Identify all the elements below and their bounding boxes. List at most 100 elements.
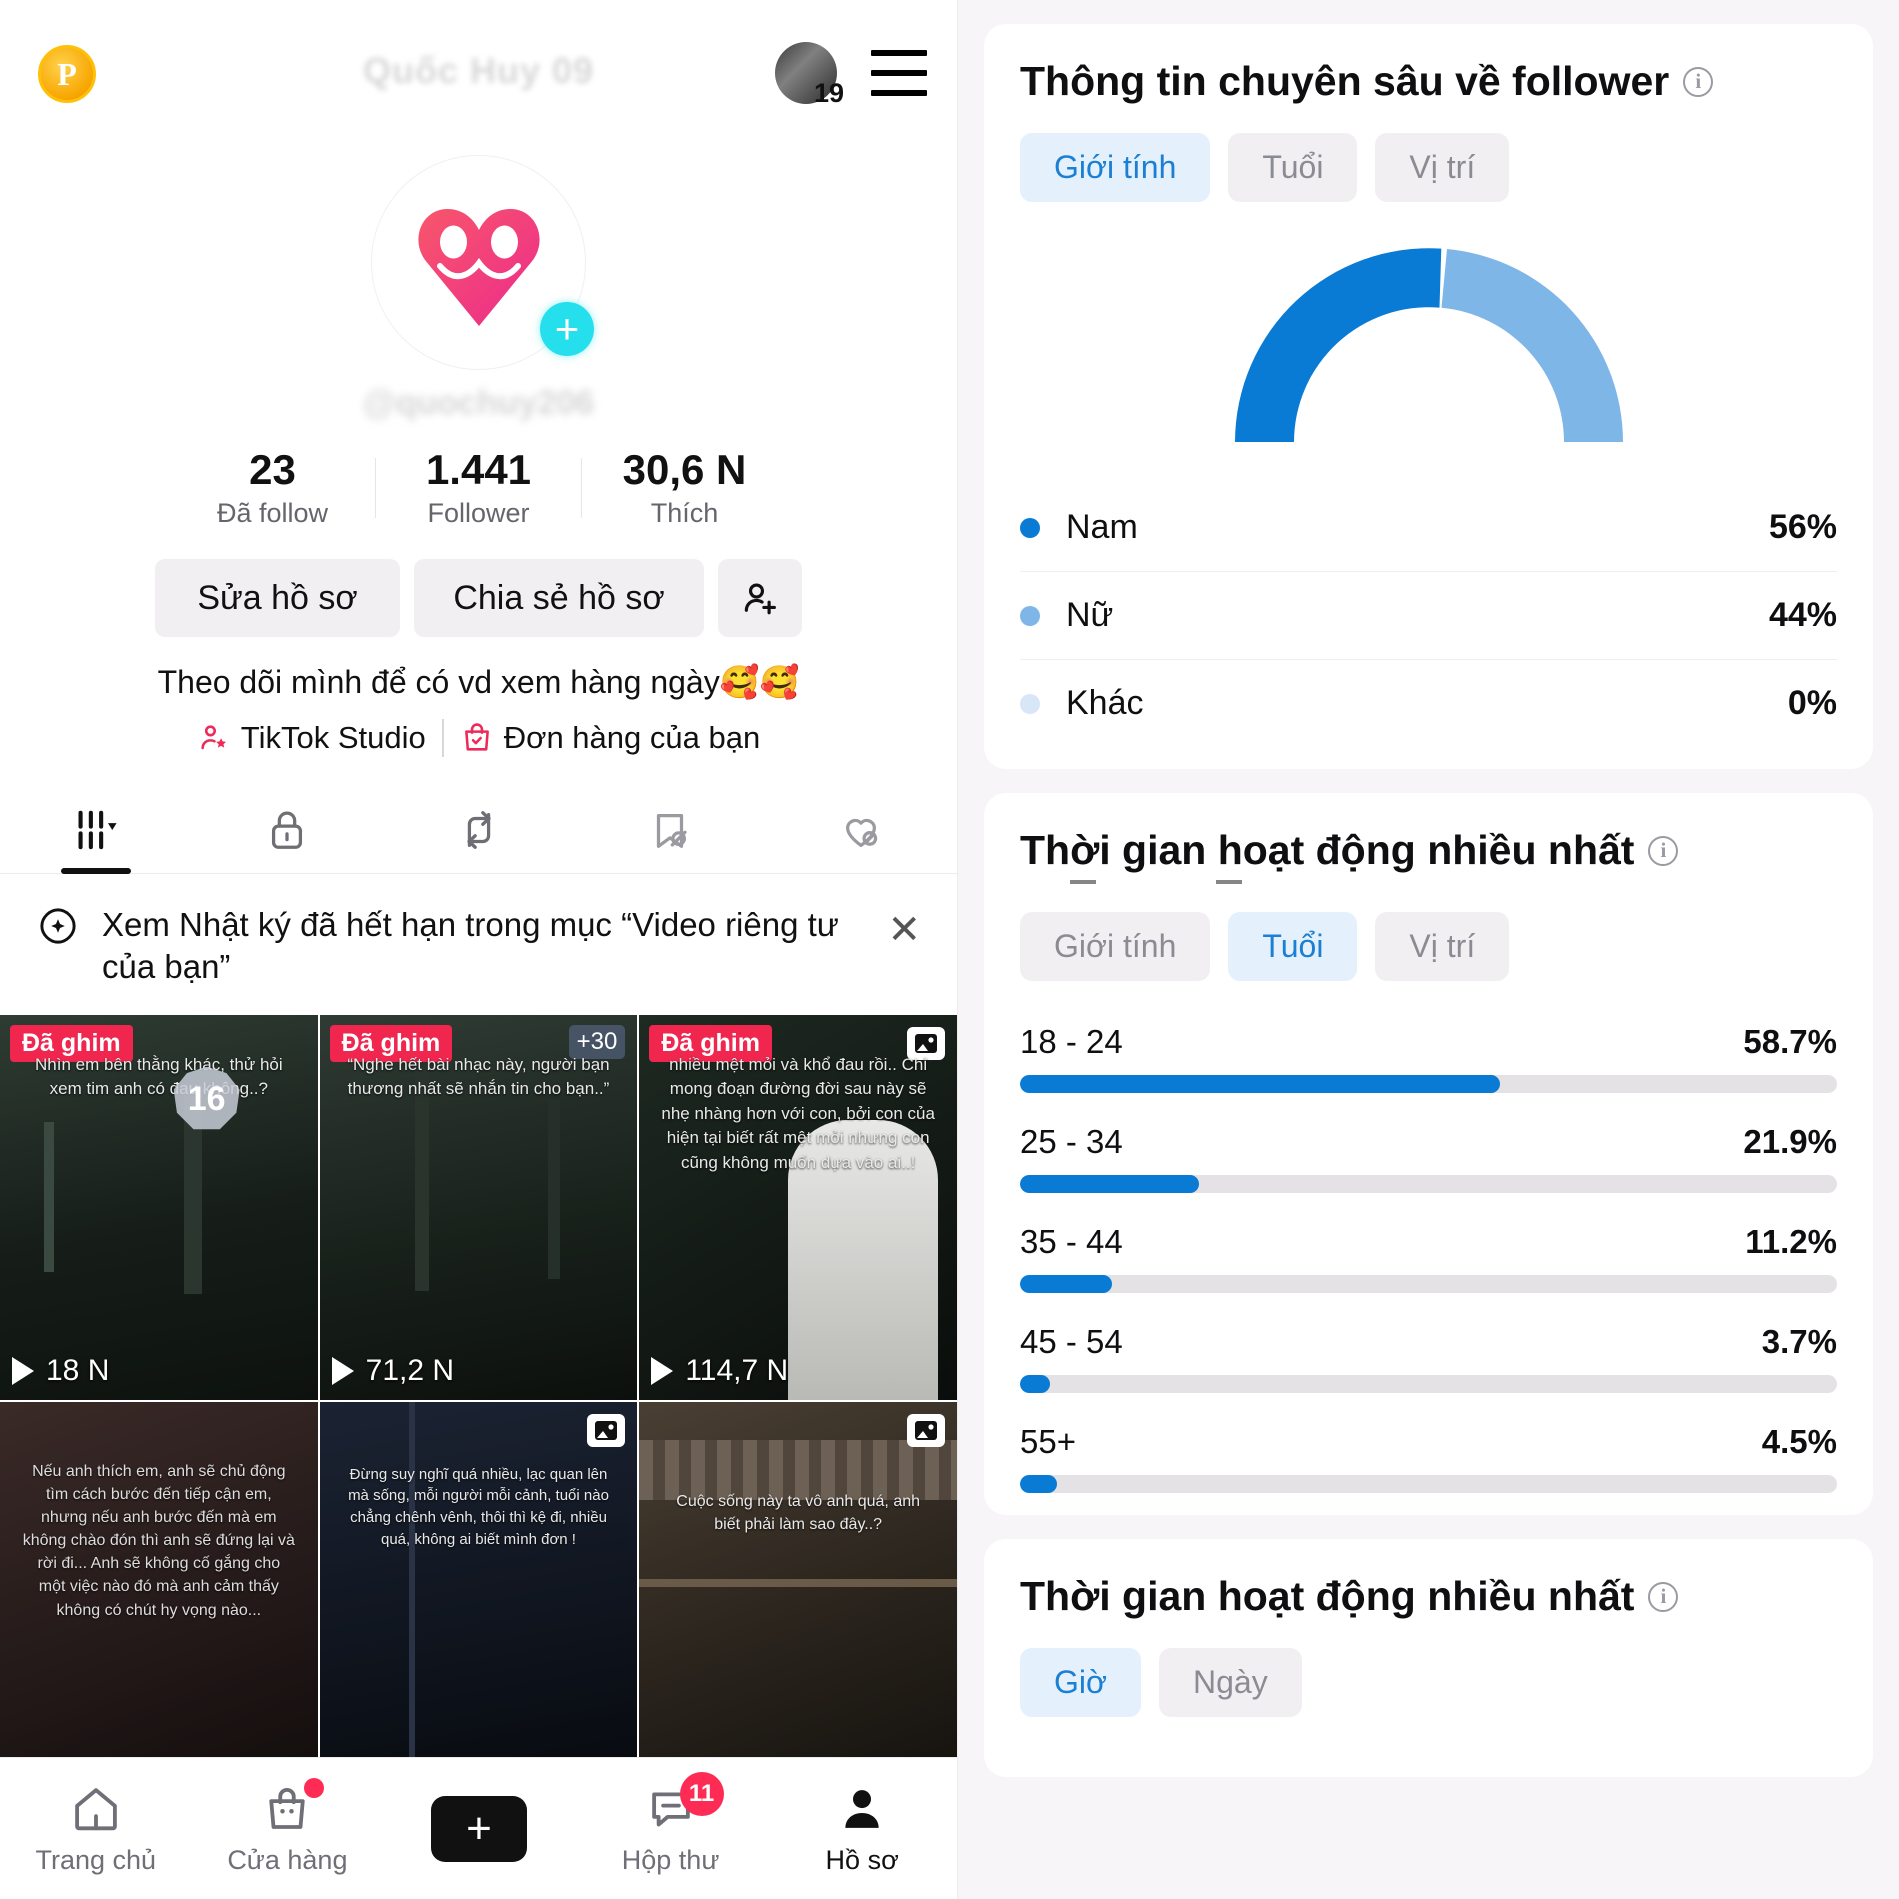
nav-item-home[interactable]: Trang chủ [21,1782,171,1876]
age-bar-track [1020,1275,1837,1293]
links-divider [441,719,444,758]
tab-gender[interactable]: Giới tính [1020,133,1211,202]
stat-value: 23 [249,446,296,493]
info-icon[interactable]: i [1683,66,1714,97]
age-bar-track [1020,1175,1837,1193]
tab-liked[interactable] [766,787,957,873]
profile-handle: @quochuy206 [362,384,595,422]
age-bar-fill [1020,1275,1112,1293]
play-icon [12,1356,34,1385]
shop-notification-dot [304,1777,325,1798]
tab-private[interactable] [191,787,382,873]
views-count: 114,7 N [685,1353,789,1387]
legend-value: 0% [1787,684,1837,722]
legend-value: 56% [1768,508,1837,546]
repost-icon [466,811,491,849]
add-story-plus-icon[interactable]: + [540,302,594,356]
add-friends-button[interactable] [718,559,802,638]
bottom-navigation: Trang chủ Cửa hàng + 11 Hộp thư Hồ sơ [0,1757,957,1899]
create-plus-icon[interactable]: + [421,1795,536,1862]
content-tabs [0,787,957,875]
profile-top-bar: P Quốc Huy 09 19 [0,0,957,150]
close-icon[interactable]: ✕ [887,904,921,950]
info-icon[interactable]: i [1648,835,1679,866]
tab-hour[interactable]: Giờ [1020,1648,1141,1717]
video-cell[interactable]: Nếu anh thích em, anh sẽ chủ động tìm cá… [0,1401,318,1787]
tiktok-studio-link[interactable]: TikTok Studio [197,720,426,756]
tab-gender[interactable]: Giới tính [1020,912,1211,981]
age-label: 55+ [1020,1423,1076,1460]
nav-item-profile[interactable]: Hồ sơ [787,1782,937,1876]
age-value: 11.2% [1745,1223,1837,1260]
tab-posts[interactable] [0,787,191,875]
age-label: 25 - 34 [1020,1123,1123,1160]
partial-text-artifact [1020,880,1837,898]
legend-label: Nữ [1066,596,1114,634]
age-value: 4.5% [1761,1423,1837,1460]
edit-profile-button[interactable]: Sửa hồ sơ [155,559,400,638]
video-cell[interactable]: Đừng suy nghĩ quá nhiều, lạc quan lên mà… [319,1401,638,1787]
video-caption: Cuộc sống này ta vô anh quá, anh biết ph… [676,1492,921,1533]
video-views: 114,7 N [651,1354,788,1388]
nav-item-shop[interactable]: Cửa hàng [212,1777,362,1876]
tab-location[interactable]: Vị trí [1375,912,1510,981]
extra-count: +30 [576,1027,618,1055]
app-screen: P Quốc Huy 09 19 + @quochuy206 23 Đã fol… [0,0,1899,1899]
nav-item-inbox[interactable]: 11 Hộp thư [596,1771,746,1876]
legend-dot-khac [1020,693,1040,714]
inbox-badge: 11 [679,1771,724,1816]
stat-value: 30,6 N [622,446,747,493]
profile-actions: Sửa hồ sơ Chia sẻ hồ sơ [0,559,957,638]
hour-tabs: Giờ Ngày [1020,1648,1837,1717]
legend-label: Nam [1066,508,1138,546]
video-caption: “Nghe hết bài nhạc này, người bạn thương… [347,1054,610,1099]
age-bar-row: 18 - 24 58.7% [1020,1023,1837,1093]
video-cell[interactable]: Cuộc sống này ta vô anh quá, anh biết ph… [639,1401,957,1787]
stat-likes[interactable]: 30,6 N Thích [582,446,787,529]
sparkle-plus-icon [40,908,76,944]
active-tab-underline [60,868,131,875]
creator-star-icon [201,725,226,750]
add-user-icon [744,583,776,615]
your-orders-link[interactable]: Đơn hàng của bạn [460,720,760,756]
expired-diary-notice[interactable]: Xem Nhật ký đã hết hạn trong mục “Video … [0,874,957,1014]
video-cell[interactable]: Đã ghim nhiều mệt mỏi và khổ đau rồi.. C… [639,1014,957,1400]
stat-followers[interactable]: 1.441 Follower [376,446,581,529]
play-icon [331,1356,354,1385]
tab-day[interactable]: Ngày [1158,1648,1302,1717]
video-caption: Nếu anh thích em, anh sẽ chủ động tìm cá… [22,1462,295,1619]
nav-item-create[interactable]: + [404,1795,554,1862]
info-icon[interactable]: i [1648,1581,1679,1612]
card-title-text: Thông tin chuyên sâu về follower [1020,58,1670,104]
tab-saved[interactable] [574,787,765,873]
hamburger-menu-icon[interactable] [871,50,927,96]
age-bar-row: 35 - 44 11.2% [1020,1223,1837,1293]
video-caption: nhiều mệt mỏi và khổ đau rồi.. Chỉ mong … [661,1054,935,1173]
tab-age[interactable]: Tuổi [1228,912,1358,981]
legend-dot-nam [1020,517,1040,538]
gender-gauge-wrap [1020,236,1837,448]
nav-label: Hồ sơ [825,1844,899,1875]
views-count: 71,2 N [365,1353,455,1387]
video-cell[interactable]: Đã ghim +30 “Nghe hết bài nhạc này, ngườ… [319,1014,638,1400]
gauge-slice-nam [1234,248,1441,442]
age-bar-fill [1020,1075,1500,1093]
share-profile-button[interactable]: Chia sẻ hồ sơ [414,559,704,638]
notice-text: Xem Nhật ký đã hết hạn trong mục “Video … [102,906,839,986]
heart-infinity-logo-icon [417,208,540,326]
card-title: Thông tin chuyên sâu về follower i [1020,58,1837,105]
video-cell[interactable]: Đã ghim Nhìn em bên thằng khác, thử hỏi … [0,1014,318,1400]
tab-location[interactable]: Vị trí [1375,133,1510,202]
photo-album-icon [906,1413,945,1447]
follower-insights-card: Thông tin chuyên sâu về follower i Giới … [984,24,1873,769]
tab-reposts[interactable] [383,787,574,873]
tab-age[interactable]: Tuổi [1228,133,1358,202]
tiktok-profile-panel: P Quốc Huy 09 19 + @quochuy206 23 Đã fol… [0,0,958,1899]
stat-label: Follower [427,498,530,529]
gauge-slice-nu [1441,249,1623,442]
stat-following[interactable]: 23 Đã follow [170,446,375,529]
age-bar-fill [1020,1175,1199,1193]
profile-picture-wrap[interactable]: + [371,155,594,370]
shopping-bag-check-icon [464,723,489,751]
age-tabs: Giới tính Tuổi Vị trí [1020,912,1837,981]
